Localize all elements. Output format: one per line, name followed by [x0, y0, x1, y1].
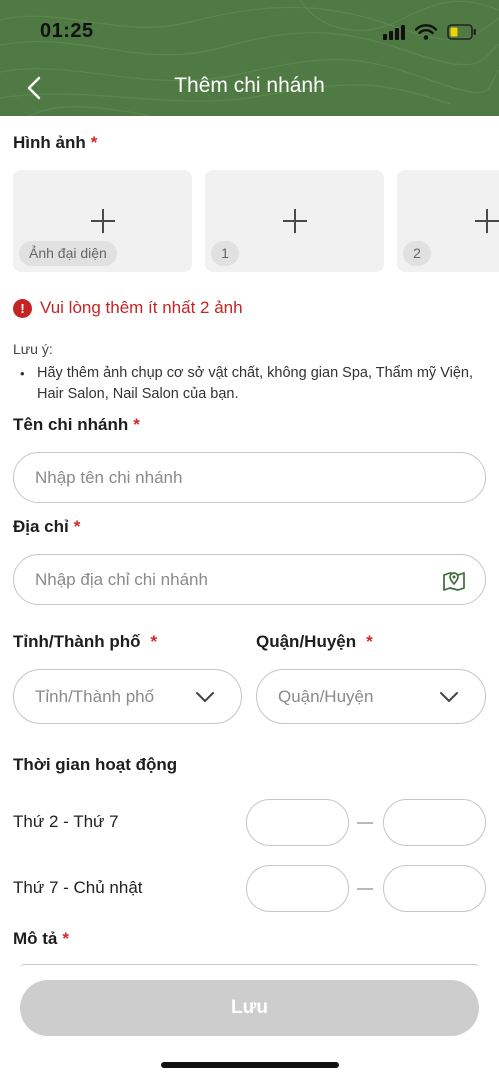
alert-icon: !: [13, 298, 32, 318]
district-select[interactable]: Quận/Huyện: [256, 669, 486, 724]
note-title: Lưu ý:: [13, 341, 53, 357]
home-indicator: [161, 1062, 339, 1068]
battery-icon: [447, 24, 476, 40]
photo-slot-1[interactable]: 1: [205, 170, 384, 272]
province-placeholder: Tỉnh/Thành phố: [35, 687, 155, 706]
province-select[interactable]: Tỉnh/Thành phố: [13, 669, 242, 724]
required-mark: *: [62, 929, 70, 948]
required-mark: *: [73, 517, 81, 536]
hours-title: Thời gian hoạt động: [13, 755, 178, 774]
weekend-open-time[interactable]: [246, 865, 349, 912]
chevron-down-icon: [196, 692, 214, 702]
photo-slot-2[interactable]: 2: [397, 170, 499, 272]
required-mark: *: [150, 632, 158, 651]
address-placeholder: Nhập địa chỉ chi nhánh: [35, 570, 208, 589]
wifi-icon: [415, 24, 437, 40]
photo-slot-tag: Ảnh đại diện: [19, 241, 117, 266]
required-mark: *: [133, 415, 140, 434]
image-error-message: ! Vui lòng thêm ít nhất 2 ảnh: [13, 298, 243, 318]
map-pin-icon[interactable]: [441, 567, 467, 593]
province-label: Tỉnh/Thành phố *: [13, 632, 157, 652]
branch-name-label-text: Tên chi nhánh: [13, 415, 129, 434]
description-label-text: Mô tả: [13, 929, 58, 948]
weekend-close-time[interactable]: [383, 865, 486, 912]
signal-icon: [383, 25, 405, 40]
branch-name-input[interactable]: Nhập tên chi nhánh: [13, 452, 486, 503]
bullet-icon: •: [20, 366, 25, 381]
topographic-pattern: [0, 0, 499, 116]
time-separator: [357, 888, 373, 890]
address-label: Địa chỉ *: [13, 517, 80, 537]
plus-icon: [89, 207, 117, 235]
branch-name-label: Tên chi nhánh *: [13, 415, 140, 435]
photo-upload-row: Ảnh đại diện 1 2: [13, 170, 499, 272]
photo-slot-tag: 2: [403, 241, 431, 266]
description-label: Mô tả *: [13, 929, 69, 949]
status-time: 01:25: [40, 20, 94, 42]
status-icons: [383, 21, 477, 43]
time-separator: [357, 822, 373, 824]
images-label-text: Hình ảnh: [13, 133, 86, 152]
plus-icon: [281, 207, 309, 235]
address-input[interactable]: Nhập địa chỉ chi nhánh: [13, 554, 486, 605]
hours-row-label: Thứ 2 - Thứ 7: [13, 812, 119, 831]
save-button[interactable]: Lưu: [20, 980, 479, 1036]
district-label-text: Quận/Huyện: [256, 632, 357, 651]
images-label: Hình ảnh *: [13, 133, 97, 153]
province-label-text: Tỉnh/Thành phố: [13, 632, 141, 651]
district-placeholder: Quận/Huyện: [278, 687, 374, 706]
note-bullet-text: Hãy thêm ảnh chụp cơ sở vật chất, không …: [37, 365, 473, 402]
app-header: 01:25 Thêm chi nhánh: [0, 0, 499, 116]
photo-slot-tag: 1: [211, 241, 239, 266]
page-title: Thêm chi nhánh: [174, 74, 325, 97]
chevron-down-icon: [440, 692, 458, 702]
district-label: Quận/Huyện *: [256, 632, 373, 652]
weekday-open-time[interactable]: [246, 799, 349, 846]
branch-name-placeholder: Nhập tên chi nhánh: [35, 468, 183, 487]
address-label-text: Địa chỉ: [13, 517, 69, 536]
image-error-text: Vui lòng thêm ít nhất 2 ảnh: [40, 298, 243, 317]
hours-row-label: Thứ 7 - Chủ nhật: [13, 878, 143, 897]
photo-slot-avatar[interactable]: Ảnh đại diện: [13, 170, 192, 272]
required-mark: *: [366, 632, 373, 651]
note-body: • Hãy thêm ảnh chụp cơ sở vật chất, khôn…: [20, 363, 490, 405]
required-mark: *: [90, 133, 98, 152]
plus-icon: [473, 207, 499, 235]
weekday-close-time[interactable]: [383, 799, 486, 846]
